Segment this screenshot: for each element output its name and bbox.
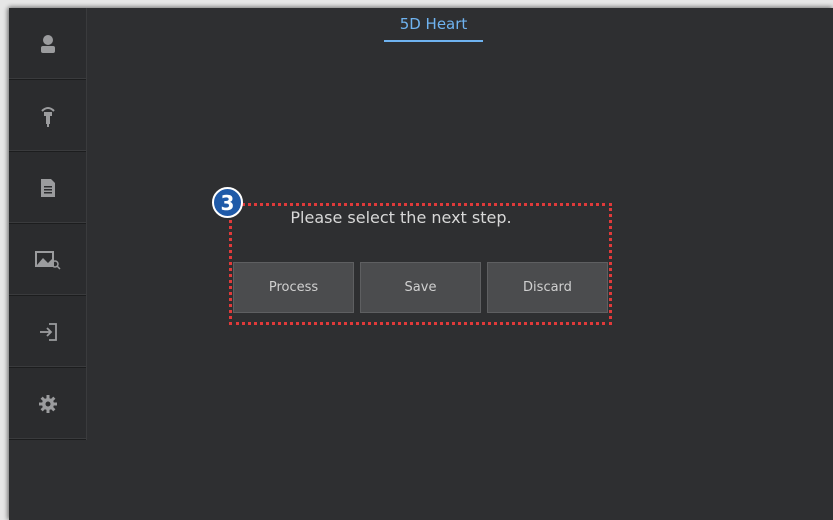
tab-5d-heart[interactable]: 5D Heart: [384, 14, 483, 42]
sidebar: [9, 8, 87, 440]
sidebar-item-report[interactable]: [9, 152, 86, 224]
document-icon: [40, 178, 55, 197]
tab-active-underline: [384, 40, 483, 42]
sidebar-item-settings[interactable]: [9, 368, 86, 440]
sidebar-item-exit[interactable]: [9, 296, 86, 368]
tab-title: 5D Heart: [399, 15, 468, 33]
step-number-badge: 3: [212, 187, 243, 218]
exit-icon: [39, 322, 57, 341]
sidebar-item-review[interactable]: [9, 224, 86, 296]
gear-icon: [38, 394, 57, 413]
annotation-highlight-box: [229, 203, 612, 325]
sidebar-item-probe[interactable]: [9, 80, 86, 152]
image-search-icon: [34, 250, 61, 270]
person-icon: [40, 34, 55, 53]
probe-icon: [40, 106, 55, 127]
sidebar-item-patient[interactable]: [9, 8, 86, 80]
